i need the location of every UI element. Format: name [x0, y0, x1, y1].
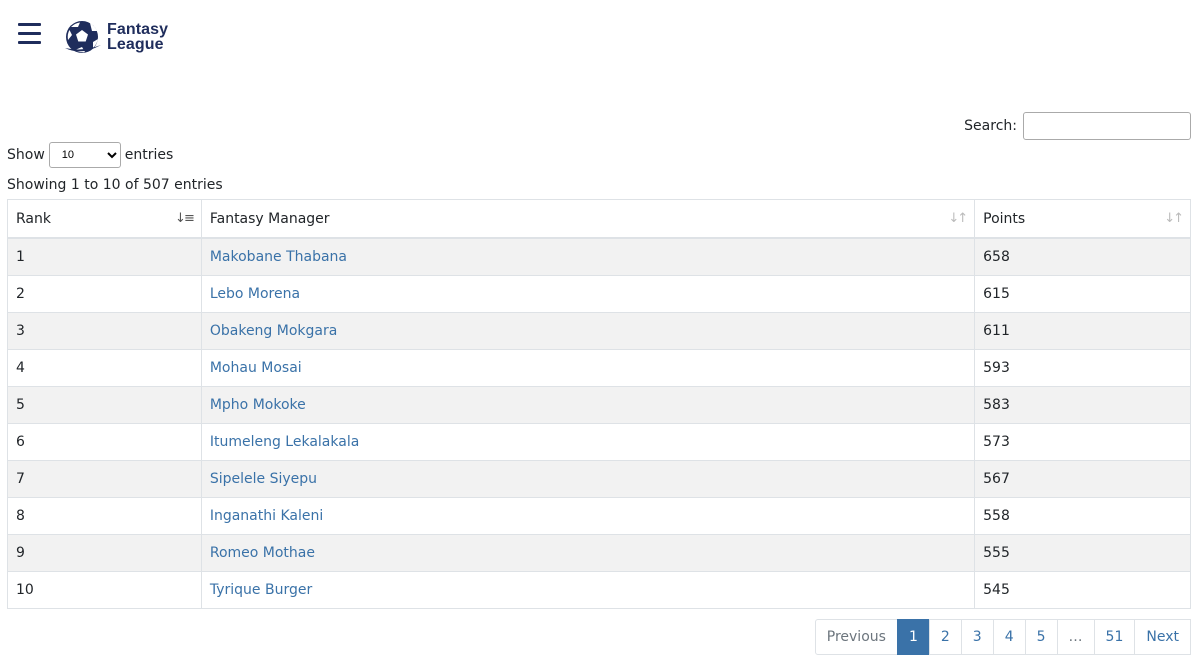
pagination: Previous 1 2 3 4 5 … 51 Next: [814, 619, 1191, 655]
column-header-points[interactable]: Points ↓↑: [974, 199, 1191, 239]
rank-cell: 4: [7, 349, 202, 387]
manager-cell: Obakeng Mokgara: [200, 312, 976, 350]
entries-label: entries: [124, 147, 174, 163]
column-label: Points: [983, 210, 1026, 227]
table-row: 1 Makobane Thabana 658: [7, 238, 1191, 276]
manager-cell: Lebo Morena: [200, 275, 976, 313]
table-row: 10 Tyrique Burger 545: [7, 571, 1191, 609]
table-row: 2 Lebo Morena 615: [7, 275, 1191, 313]
manager-link[interactable]: Makobane Thabana: [210, 249, 347, 265]
search-label: Search:: [964, 118, 1017, 134]
page-button-4[interactable]: 4: [992, 619, 1026, 655]
points-cell: 611: [974, 312, 1191, 350]
table-row: 8 Inganathi Kaleni 558: [7, 497, 1191, 535]
soccer-ball-icon: [65, 21, 101, 53]
column-label: Fantasy Manager: [209, 210, 330, 227]
points-cell: 545: [974, 571, 1191, 609]
points-cell: 567: [974, 460, 1191, 498]
fantasy-league-logo[interactable]: Fantasy League: [63, 18, 168, 55]
column-header-rank[interactable]: Rank ↓≡: [7, 199, 202, 239]
manager-cell: Makobane Thabana: [200, 238, 976, 276]
column-label: Rank: [16, 210, 51, 227]
leaderboard-table: Rank ↓≡ Fantasy Manager ↓↑ Points ↓↑ 1 M…: [7, 199, 1191, 609]
brand-line-1: Fantasy: [107, 20, 169, 38]
manager-cell: Romeo Mothae: [200, 534, 976, 572]
brand-line-2: League: [107, 35, 164, 53]
table-row: 6 Itumeleng Lekalakala 573: [7, 423, 1191, 461]
points-cell: 593: [974, 349, 1191, 387]
search-input[interactable]: [1023, 112, 1191, 140]
next-page-button[interactable]: Next: [1134, 619, 1191, 655]
sort-ascending-icon: ↓≡: [175, 211, 195, 226]
manager-cell: Sipelele Siyepu: [200, 460, 976, 498]
manager-link[interactable]: Obakeng Mokgara: [210, 323, 337, 339]
sort-both-icon: ↓↑: [948, 211, 968, 226]
page-button-1[interactable]: 1: [896, 619, 930, 655]
manager-link[interactable]: Tyrique Burger: [210, 582, 312, 598]
page-button-2[interactable]: 2: [928, 619, 962, 655]
manager-cell: Itumeleng Lekalakala: [200, 423, 976, 461]
rank-cell: 1: [7, 238, 202, 276]
manager-link[interactable]: Lebo Morena: [210, 286, 300, 302]
table-row: 7 Sipelele Siyepu 567: [7, 460, 1191, 498]
brand-name: Fantasy League: [107, 20, 169, 53]
table-row: 9 Romeo Mothae 555: [7, 534, 1191, 572]
table-row: 5 Mpho Mokoke 583: [7, 386, 1191, 424]
table-row: 3 Obakeng Mokgara 611: [7, 312, 1191, 350]
points-cell: 615: [974, 275, 1191, 313]
manager-cell: Mohau Mosai: [200, 349, 976, 387]
entries-length-control: Show 10 entries: [7, 142, 173, 168]
hamburger-menu-icon[interactable]: [18, 23, 41, 44]
table-search: Search:: [964, 112, 1191, 140]
manager-cell: Inganathi Kaleni: [200, 497, 976, 535]
manager-cell: Tyrique Burger: [200, 571, 976, 609]
pagination-ellipsis: …: [1056, 619, 1095, 655]
points-cell: 555: [974, 534, 1191, 572]
manager-link[interactable]: Mpho Mokoke: [210, 397, 306, 413]
page-button-5[interactable]: 5: [1024, 619, 1058, 655]
manager-link[interactable]: Mohau Mosai: [210, 360, 302, 376]
column-header-fantasy-manager[interactable]: Fantasy Manager ↓↑: [200, 199, 976, 239]
page-button-51[interactable]: 51: [1093, 619, 1136, 655]
manager-link[interactable]: Sipelele Siyepu: [210, 471, 317, 487]
rank-cell: 8: [7, 497, 202, 535]
manager-link[interactable]: Romeo Mothae: [210, 545, 315, 561]
show-label: Show: [7, 147, 45, 163]
sort-both-icon: ↓↑: [1164, 211, 1184, 226]
rank-cell: 9: [7, 534, 202, 572]
menu-bar: [18, 41, 41, 44]
rank-cell: 2: [7, 275, 202, 313]
entries-per-page-select[interactable]: 10: [48, 142, 121, 168]
table-info: Showing 1 to 10 of 507 entries: [7, 177, 223, 193]
page-button-3[interactable]: 3: [960, 619, 994, 655]
points-cell: 573: [974, 423, 1191, 461]
table-row: 4 Mohau Mosai 593: [7, 349, 1191, 387]
points-cell: 583: [974, 386, 1191, 424]
manager-link[interactable]: Itumeleng Lekalakala: [210, 434, 359, 450]
rank-cell: 7: [7, 460, 202, 498]
menu-bar: [18, 23, 41, 26]
rank-cell: 5: [7, 386, 202, 424]
menu-bar: [18, 32, 41, 35]
points-cell: 558: [974, 497, 1191, 535]
rank-cell: 3: [7, 312, 202, 350]
rank-cell: 6: [7, 423, 202, 461]
table-header-row: Rank ↓≡ Fantasy Manager ↓↑ Points ↓↑: [7, 199, 1191, 239]
previous-page-button[interactable]: Previous: [814, 619, 898, 655]
points-cell: 658: [974, 238, 1191, 276]
rank-cell: 10: [7, 571, 202, 609]
manager-cell: Mpho Mokoke: [200, 386, 976, 424]
manager-link[interactable]: Inganathi Kaleni: [210, 508, 323, 524]
